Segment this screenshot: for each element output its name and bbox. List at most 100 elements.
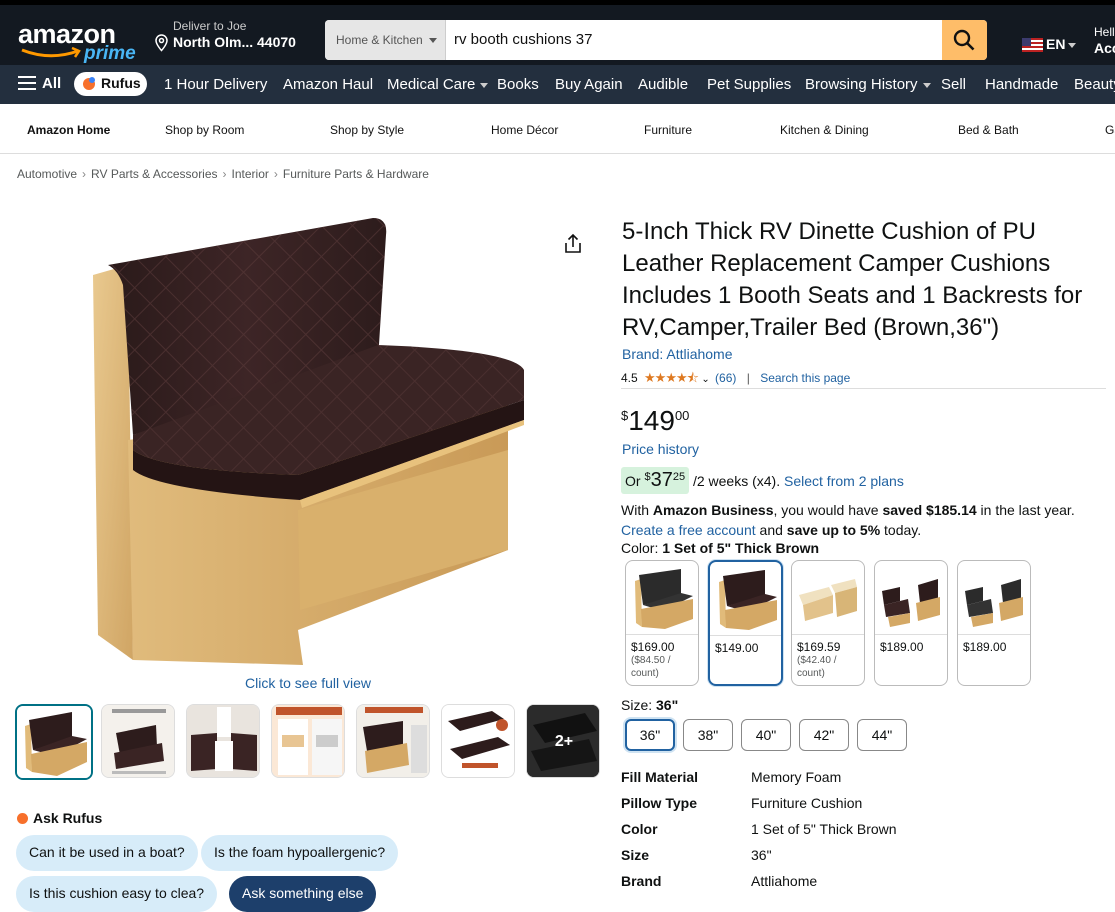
select-plans-link[interactable]: Select from 2 plans	[784, 473, 904, 489]
deliver-line2: North Olm... 44070	[173, 34, 296, 50]
breadcrumb-rv-parts[interactable]: RV Parts & Accessories	[91, 167, 218, 181]
rufus-question-boat[interactable]: Can it be used in a boat?	[16, 835, 198, 871]
subnav-shop-by-room[interactable]: Shop by Room	[165, 123, 244, 137]
nav-item-sell[interactable]: Sell	[941, 76, 966, 93]
search-category-dropdown[interactable]: Home & Kitchen	[325, 20, 446, 60]
breadcrumb-furniture-parts[interactable]: Furniture Parts & Hardware	[283, 167, 429, 181]
deliver-line1: Deliver to Joe	[173, 19, 247, 33]
color-swatch-3[interactable]: $169.59 ($42.40 / count)	[791, 560, 865, 686]
us-flag-icon	[1022, 38, 1043, 52]
nav-item-pet-supplies[interactable]: Pet Supplies	[707, 76, 791, 93]
price-history-link[interactable]: Price history	[622, 441, 699, 457]
amazon-logo[interactable]: amazon prime	[18, 19, 136, 65]
installment-prefix: Or	[625, 473, 641, 489]
thumbnail-3[interactable]	[186, 704, 260, 778]
installment-term: /2 weeks (x4).	[692, 473, 781, 489]
nav-item-1-hour-delivery[interactable]: 1 Hour Delivery	[164, 76, 267, 93]
swatch-price: $169.59	[797, 640, 841, 654]
chevron-right-icon: ›	[273, 167, 278, 181]
share-button[interactable]	[563, 233, 583, 260]
nav-item-medical-care[interactable]: Medical Care	[387, 76, 489, 93]
spec-key: Color	[621, 821, 658, 837]
color-selector-label: Color: 1 Set of 5" Thick Brown	[621, 540, 819, 556]
thumbnail-more[interactable]: 2+	[526, 704, 600, 778]
create-account-link[interactable]: Create a free account	[621, 522, 756, 538]
breadcrumb-automotive[interactable]: Automotive	[17, 167, 77, 181]
spec-key: Brand	[621, 873, 662, 889]
nav-item-label: Medical Care	[387, 76, 476, 93]
nav-item-amazon-haul[interactable]: Amazon Haul	[283, 76, 373, 93]
size-option-36[interactable]: 36"	[625, 719, 675, 751]
installment-badge: Or $3725	[621, 467, 690, 494]
business-text: and	[755, 522, 787, 538]
search-input[interactable]: rv booth cushions 37	[454, 31, 592, 48]
divider	[621, 388, 1106, 389]
installment-fraction: 25	[672, 471, 686, 483]
color-swatch-2[interactable]: $149.00	[708, 560, 783, 686]
subnav-shop-by-style[interactable]: Shop by Style	[330, 123, 404, 137]
product-title: 5-Inch Thick RV Dinette Cushion of PU Le…	[622, 218, 1083, 341]
size-option-42[interactable]: 42"	[799, 719, 849, 751]
divider	[875, 634, 947, 635]
breadcrumb-interior[interactable]: Interior	[232, 167, 269, 181]
nav-item-handmade[interactable]: Handmade	[985, 76, 1058, 93]
color-swatch-4[interactable]: $189.00	[874, 560, 948, 686]
location-pin-icon	[155, 34, 168, 52]
nav-item-browsing-history[interactable]: Browsing History	[805, 76, 931, 93]
caret-down-icon	[480, 82, 489, 88]
subnav-kitchen-dining[interactable]: Kitchen & Dining	[780, 123, 869, 137]
main-product-image[interactable]	[88, 210, 528, 670]
size-option-38[interactable]: 38"	[683, 719, 733, 751]
thumbnail-6[interactable]	[441, 704, 515, 778]
spec-value: Furniture Cushion	[751, 795, 863, 811]
thumbnail-1[interactable]	[15, 704, 93, 780]
search-this-page-link[interactable]: Search this page	[760, 371, 850, 385]
size-option-40[interactable]: 40"	[741, 719, 791, 751]
rufus-question-clean[interactable]: Is this cushion easy to clea?	[16, 876, 218, 912]
price-whole: 149	[628, 405, 675, 436]
spec-value: Memory Foam	[751, 769, 842, 785]
size-option-44[interactable]: 44"	[857, 719, 907, 751]
rufus-ask-something-else[interactable]: Ask something else	[229, 876, 377, 912]
color-swatch-5[interactable]: $189.00	[957, 560, 1031, 686]
installment-symbol: $	[644, 471, 651, 483]
full-view-link[interactable]: Click to see full view	[245, 675, 371, 691]
color-swatch-1[interactable]: $169.00 ($84.50 / count)	[625, 560, 699, 686]
nav-item-buy-again[interactable]: Buy Again	[555, 76, 623, 93]
swatch-image	[719, 570, 777, 630]
business-offer: With Amazon Business, you would have sav…	[621, 500, 1075, 540]
thumbnail-image	[272, 705, 344, 777]
swatch-unit-price: ($84.50 / count)	[631, 655, 671, 679]
thumbnail-image	[187, 705, 259, 777]
nav-item-audible[interactable]: Audible	[638, 76, 688, 93]
star-rating-icon[interactable]: ★★★★⯪	[644, 370, 699, 385]
size-label: Size:	[621, 697, 653, 713]
nav-item-books[interactable]: Books	[497, 76, 539, 93]
brand-link[interactable]: Brand: Attliahome	[622, 346, 733, 362]
subnav-bed-bath[interactable]: Bed & Bath	[958, 123, 1019, 137]
nav-item-beauty[interactable]: Beauty	[1074, 76, 1115, 93]
chevron-down-icon[interactable]: ⌄	[701, 374, 709, 385]
rufus-question-hypoallergenic[interactable]: Is the foam hypoallergenic?	[201, 835, 399, 871]
spec-key: Size	[621, 847, 650, 863]
rufus-icon	[83, 77, 95, 90]
all-menu-button[interactable]: All	[18, 75, 61, 92]
spec-value: Attliahome	[751, 873, 818, 889]
caret-down-icon	[428, 38, 437, 44]
thumbnail-5[interactable]	[356, 704, 430, 778]
account-menu[interactable]: Hell Acc	[1094, 25, 1115, 57]
subnav-garden[interactable]: Ga	[1105, 123, 1115, 137]
thumbnail-4[interactable]	[271, 704, 345, 778]
subnav-amazon-home[interactable]: Amazon Home	[27, 123, 110, 137]
divider	[958, 634, 1030, 635]
prime-label: prime	[84, 43, 136, 64]
search-category-label: Home & Kitchen	[336, 33, 423, 47]
subnav-home-decor[interactable]: Home Décor	[491, 123, 558, 137]
thumbnail-2[interactable]	[101, 704, 175, 778]
size-selector-label: Size: 36"	[621, 697, 678, 713]
subnav-furniture[interactable]: Furniture	[644, 123, 692, 137]
main-nav: All Rufus 1 Hour Delivery Amazon Haul Me…	[0, 65, 1115, 104]
search-button[interactable]	[942, 20, 987, 60]
rating-count-link[interactable]: (66)	[715, 371, 736, 385]
rufus-button[interactable]: Rufus	[74, 72, 147, 96]
